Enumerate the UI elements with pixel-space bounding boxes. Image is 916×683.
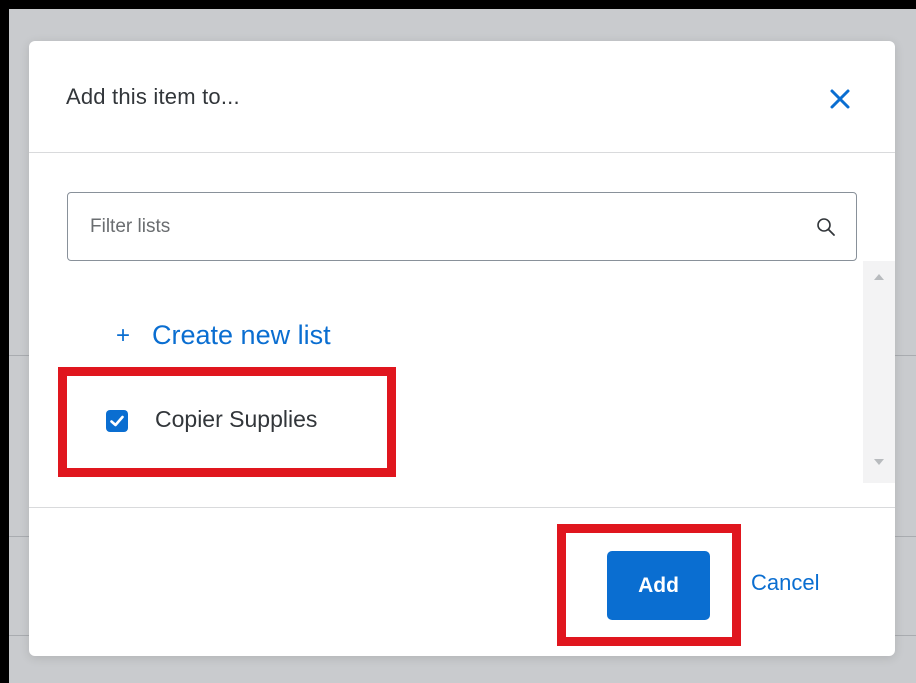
highlight-box-list-item bbox=[58, 367, 396, 477]
screenshot-frame-left bbox=[0, 0, 9, 683]
dialog-header: Add this item to... bbox=[29, 41, 895, 153]
scrollbar[interactable] bbox=[863, 261, 895, 483]
filter-lists-input[interactable] bbox=[68, 193, 808, 260]
screenshot-frame-top bbox=[0, 0, 916, 9]
scroll-down-arrow[interactable] bbox=[874, 459, 884, 465]
add-to-list-dialog: Add this item to... + Create new list bbox=[29, 41, 895, 656]
create-new-list-link[interactable]: + Create new list bbox=[116, 320, 331, 351]
plus-icon: + bbox=[116, 321, 131, 349]
create-new-list-label: Create new list bbox=[152, 320, 331, 350]
dialog-title: Add this item to... bbox=[66, 84, 240, 109]
search-icon[interactable] bbox=[814, 215, 838, 239]
highlight-box-add-button bbox=[557, 524, 741, 646]
close-icon bbox=[830, 89, 850, 109]
dialog-footer: Add Cancel bbox=[29, 507, 895, 656]
cancel-button[interactable]: Cancel bbox=[751, 570, 819, 596]
filter-lists-field[interactable] bbox=[67, 192, 857, 261]
close-button[interactable] bbox=[824, 83, 856, 115]
scroll-up-arrow[interactable] bbox=[874, 274, 884, 280]
